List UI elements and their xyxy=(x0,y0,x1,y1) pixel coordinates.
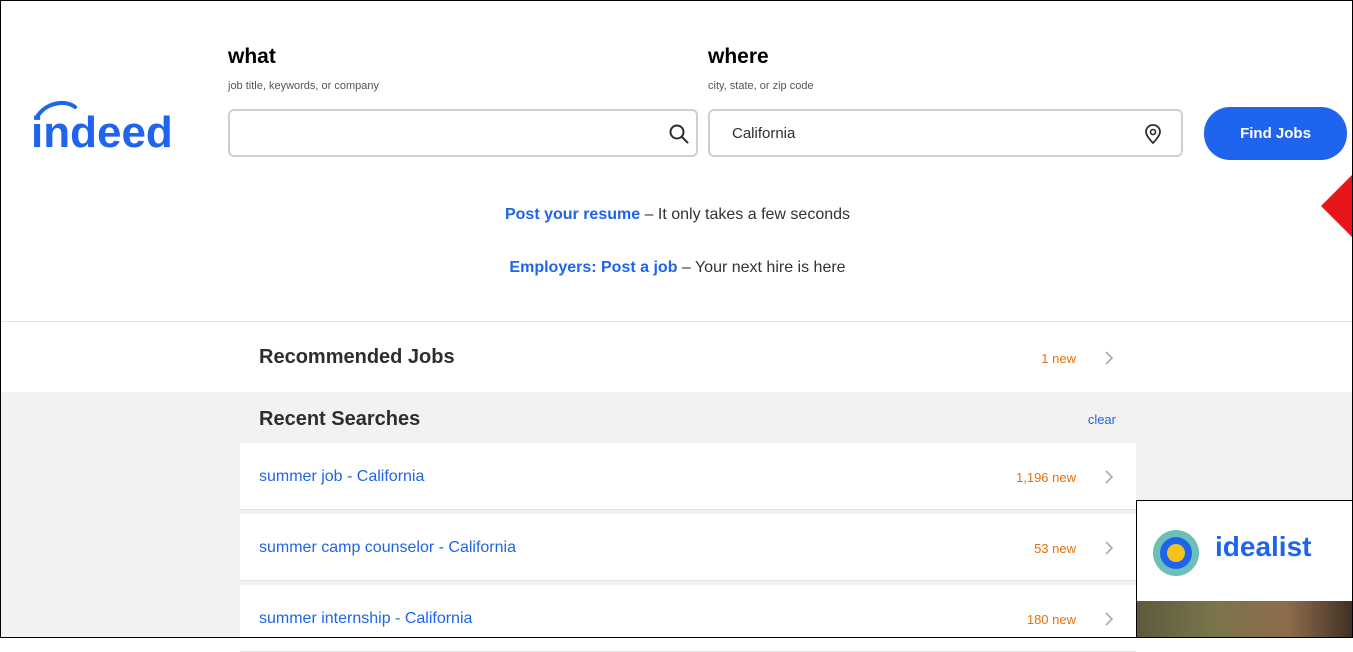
screenshot-frame xyxy=(0,0,1353,638)
